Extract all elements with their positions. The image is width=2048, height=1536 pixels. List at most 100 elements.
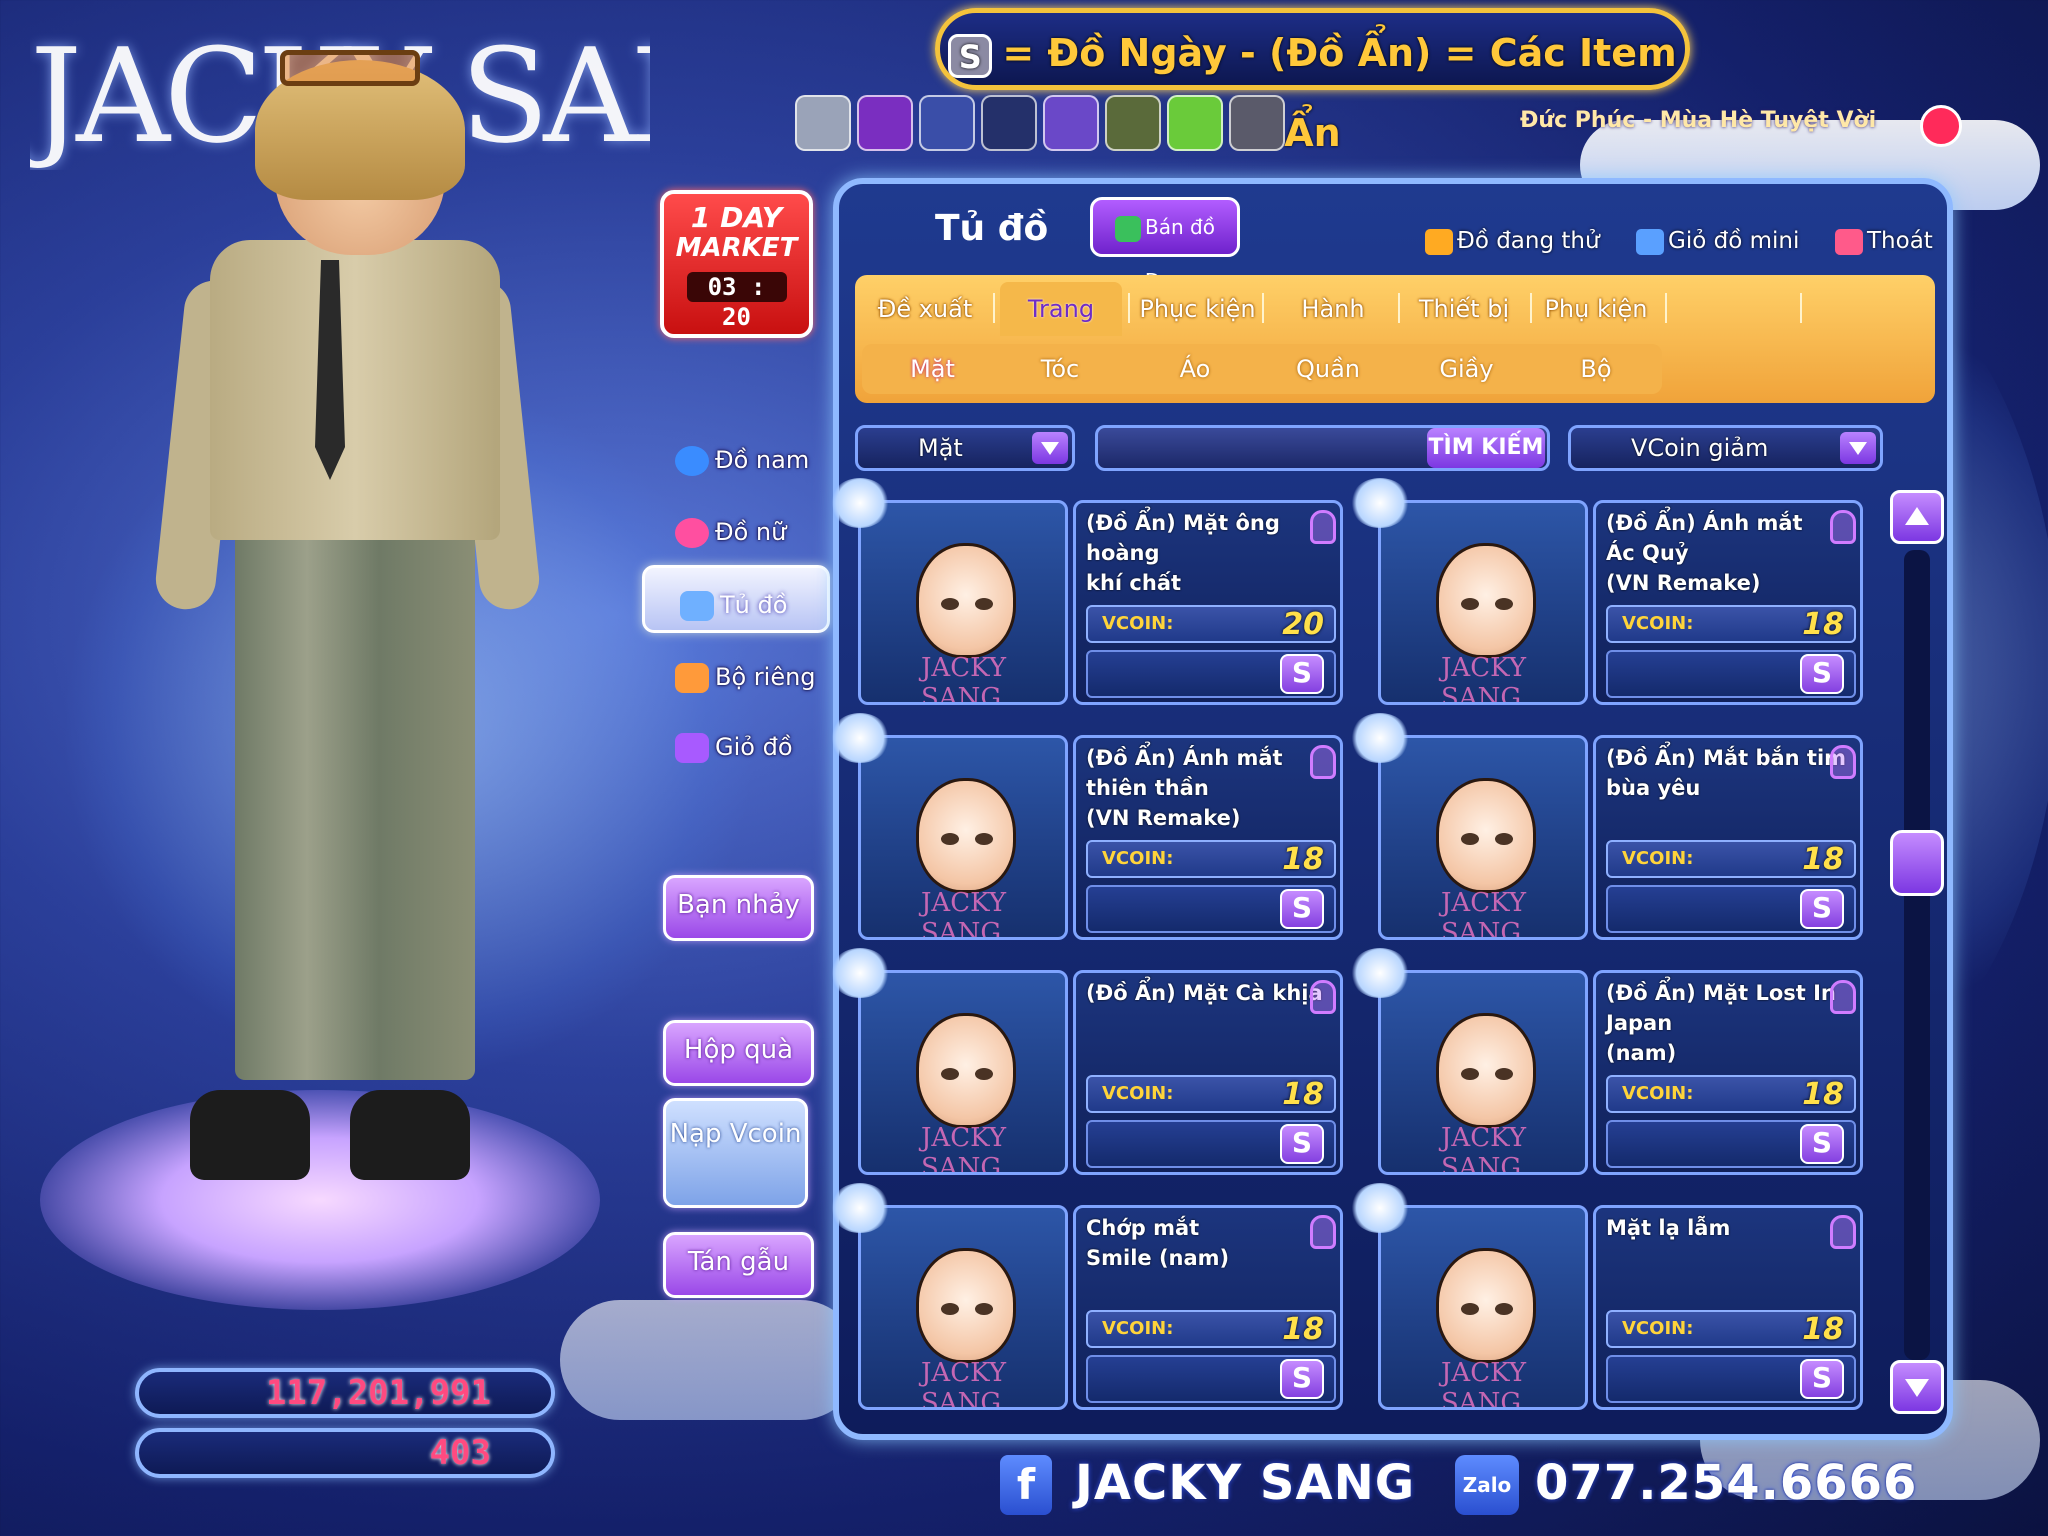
- ribbon-icon: [830, 1183, 890, 1233]
- ribbon-icon: [1350, 948, 1410, 998]
- zalo-icon: Zalo: [1455, 1455, 1519, 1515]
- settings-icon[interactable]: [1229, 95, 1285, 151]
- scroll-down-button[interactable]: [1890, 1360, 1944, 1414]
- side-item-gio-do[interactable]: Giỏ đồ: [665, 722, 793, 772]
- hop-qua-button[interactable]: Hộp quà: [663, 1020, 814, 1086]
- item-preview[interactable]: JACKY SANG: [858, 735, 1068, 940]
- lock-icon[interactable]: [1830, 980, 1856, 1014]
- buy-button[interactable]: S: [1800, 1359, 1844, 1399]
- thoat-link[interactable]: Thoát: [1835, 228, 1933, 255]
- tab-de-xuat[interactable]: Đề xuất: [865, 282, 985, 336]
- category-dropdown[interactable]: Mặt: [855, 425, 1075, 471]
- ban-do-den-button[interactable]: Bán đồ Đen: [1090, 197, 1240, 293]
- ban-nhay-button[interactable]: Bạn nhảy: [663, 875, 814, 941]
- item-card[interactable]: JACKY SANG (Đồ Ẩn) Mặt Lost In Japan (nam…: [1350, 948, 1873, 1185]
- price-label: VCOIN:: [1622, 1083, 1694, 1104]
- subtab-toc[interactable]: Tóc: [1000, 344, 1120, 394]
- buy-button[interactable]: S: [1280, 889, 1324, 929]
- one-day-market-button[interactable]: 1 DAY MARKET 03 : 20: [660, 190, 813, 338]
- buy-button[interactable]: S: [1800, 654, 1844, 694]
- item-card[interactable]: JACKY SANG (Đồ Ẩn) Ánh mắt Ác Quỷ (VN Rem…: [1350, 478, 1873, 715]
- chevron-down-icon[interactable]: [1032, 432, 1068, 464]
- eye: [1495, 598, 1513, 610]
- subtab-ao[interactable]: Áo: [1135, 344, 1255, 394]
- watermark: JACKY SANG: [921, 1123, 1006, 1175]
- side-item-tu-do[interactable]: Tủ đồ: [670, 580, 787, 630]
- item-card[interactable]: JACKY SANG Chớp mắt Smile (nam) VCOIN: 18 S: [830, 1183, 1353, 1420]
- do-dang-thu-label: Đồ đang thử: [1457, 228, 1600, 254]
- facebook-icon: f: [1000, 1455, 1052, 1515]
- tab-phuc-kien[interactable]: Phục kiện: [1135, 282, 1260, 336]
- item-preview[interactable]: JACKY SANG: [858, 500, 1068, 705]
- scroll-track[interactable]: [1904, 550, 1930, 1360]
- item-preview[interactable]: JACKY SANG: [858, 1205, 1068, 1410]
- item-card[interactable]: JACKY SANG (Đồ Ẩn) Ánh mắt thiên thần (VN…: [830, 713, 1353, 950]
- item-card[interactable]: JACKY SANG (Đồ Ẩn) Mặt Cà khịa VCOIN: 18 S: [830, 948, 1353, 1185]
- lock-icon[interactable]: [1310, 745, 1336, 779]
- scroll-thumb[interactable]: [1890, 830, 1944, 896]
- top-item-icon[interactable]: [857, 95, 913, 151]
- tab-trang-phuc[interactable]: Trang phục: [1000, 282, 1122, 377]
- lock-icon[interactable]: [1310, 1215, 1336, 1249]
- side-item-do-nu[interactable]: Đồ nữ: [665, 507, 786, 557]
- item-price: VCOIN: 18: [1606, 1075, 1856, 1113]
- search-button[interactable]: TÌM KIẾM: [1427, 428, 1545, 468]
- side-item-do-nam[interactable]: Đồ nam: [665, 435, 809, 485]
- photo-icon[interactable]: [1105, 95, 1161, 151]
- top-item-icon[interactable]: [795, 95, 851, 151]
- eye: [1461, 1303, 1479, 1315]
- side-item-bo-rieng[interactable]: Bộ riêng: [665, 652, 816, 702]
- eye: [941, 1303, 959, 1315]
- buy-button[interactable]: S: [1800, 1124, 1844, 1164]
- item-scrollbar[interactable]: [1890, 490, 1944, 1420]
- garden-icon[interactable]: [1167, 95, 1223, 151]
- buy-button[interactable]: S: [1280, 1124, 1324, 1164]
- subtab-mat[interactable]: Mặt: [870, 344, 995, 394]
- item-card[interactable]: JACKY SANG (Đồ Ẩn) Mắt bắn tim bùa yêu VCO…: [1350, 713, 1873, 950]
- subtab-giay[interactable]: Giầy: [1404, 344, 1529, 394]
- tab-divider: [1800, 293, 1802, 323]
- lock-icon[interactable]: [1830, 1215, 1856, 1249]
- close-icon[interactable]: [1920, 105, 1962, 147]
- item-preview[interactable]: JACKY SANG: [1378, 970, 1588, 1175]
- top-item-icon[interactable]: [919, 95, 975, 151]
- tab-divider: [1128, 293, 1130, 323]
- eye: [941, 598, 959, 610]
- face-preview: [1436, 1248, 1536, 1363]
- item-name: (Đồ Ẩn) Mắt bắn tim bùa yêu: [1606, 746, 1847, 800]
- top-item-icon[interactable]: [981, 95, 1037, 151]
- do-dang-thu-link[interactable]: Đồ đang thử: [1425, 228, 1600, 255]
- tab-hanh-dong[interactable]: Hành động: [1268, 282, 1398, 377]
- tv-icon[interactable]: [1043, 95, 1099, 151]
- item-preview[interactable]: JACKY SANG: [858, 970, 1068, 1175]
- gio-do-mini-link[interactable]: Giỏ đồ mini: [1636, 228, 1799, 255]
- scroll-up-button[interactable]: [1890, 490, 1944, 544]
- tab-phu-kien[interactable]: Phụ kiện: [1536, 282, 1656, 336]
- buy-button[interactable]: S: [1280, 1359, 1324, 1399]
- lock-icon[interactable]: [1830, 510, 1856, 544]
- item-preview[interactable]: JACKY SANG: [1378, 500, 1588, 705]
- watermark: JACKY SANG: [1441, 1358, 1526, 1410]
- subtab-quan[interactable]: Quần: [1268, 344, 1388, 394]
- subtab-bo[interactable]: Bộ: [1536, 344, 1656, 394]
- item-card[interactable]: JACKY SANG Mặt lạ lẫm VCOIN: 18 S: [1350, 1183, 1873, 1420]
- lock-icon[interactable]: [1830, 745, 1856, 779]
- nap-vcoin-button[interactable]: Nạp Vcoin: [663, 1098, 808, 1208]
- tab-divider: [1530, 293, 1532, 323]
- lock-icon[interactable]: [1310, 980, 1336, 1014]
- price-label: VCOIN:: [1622, 848, 1694, 869]
- chevron-down-icon[interactable]: [1840, 432, 1876, 464]
- item-preview[interactable]: JACKY SANG: [1378, 735, 1588, 940]
- buy-button[interactable]: S: [1800, 889, 1844, 929]
- item-preview[interactable]: JACKY SANG: [1378, 1205, 1588, 1410]
- buy-button[interactable]: S: [1280, 654, 1324, 694]
- side-item-label: Bộ riêng: [715, 663, 816, 691]
- sort-dropdown[interactable]: VCoin giảm: [1568, 425, 1883, 471]
- tan-gau-button[interactable]: Tán gẫu: [663, 1232, 814, 1298]
- item-price: VCOIN: 18: [1606, 840, 1856, 878]
- lock-icon[interactable]: [1310, 510, 1336, 544]
- tab-thiet-bi[interactable]: Thiết bị: [1404, 282, 1524, 336]
- facebook-name: JACKY SANG: [1075, 1455, 1416, 1511]
- exit-door-icon: [1835, 228, 1863, 255]
- item-card[interactable]: JACKY SANG (Đồ Ẩn) Mặt ông hoàng khí chất…: [830, 478, 1353, 715]
